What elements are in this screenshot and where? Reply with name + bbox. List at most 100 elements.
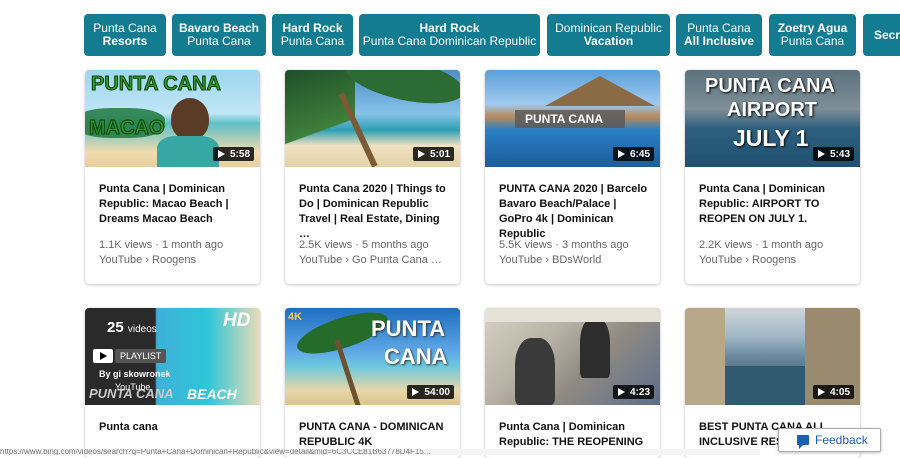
duration-badge: 54:00 <box>407 385 454 399</box>
pill-zoetry-agua[interactable]: Zoetry Agua Punta Cana <box>769 14 856 56</box>
feedback-icon <box>797 435 809 449</box>
play-icon <box>217 150 225 158</box>
presenter-head <box>171 98 209 140</box>
shopper-figure <box>580 318 610 378</box>
video-card[interactable]: 4K PUNTA CANA 54:00 PUNTA CANA - DOMINIC… <box>285 308 460 458</box>
pill-line2: Punta Cana <box>187 34 251 48</box>
video-views: 1.1K views · 1 month ago <box>99 239 224 251</box>
video-thumbnail: PUNTA CANA 6:45 <box>485 70 660 167</box>
playlist-card[interactable]: HD PUNTA CANA BEACH 25 videos PLAYLIST B… <box>85 308 260 458</box>
feedback-label: Feedback <box>815 433 868 447</box>
play-icon <box>617 388 625 396</box>
duration-badge: 5:58 <box>212 147 254 161</box>
palm-leaves <box>342 70 460 113</box>
video-card[interactable]: PUNTA CANA MACAO 5:58 Punta Cana | Domin… <box>85 70 260 284</box>
video-title: Punta Cana | Dominican Republic: AIRPORT… <box>699 183 825 225</box>
duration-badge: 6:45 <box>612 147 654 161</box>
palapa-roof <box>545 76 655 106</box>
thumbnail-caption: PUNTA CANA <box>91 73 222 96</box>
duration-badge: 5:01 <box>412 147 454 161</box>
thumbnail-caption: HD <box>223 310 251 331</box>
store-ceiling <box>485 308 660 322</box>
video-source: YouTube › Go Punta Cana Re… <box>299 254 449 266</box>
video-source: YouTube › Roogens <box>699 254 797 266</box>
playlist-count: 25 videos <box>107 319 157 336</box>
pill-line2: Punta Cana <box>280 34 345 48</box>
pill-line2: Resorts <box>102 34 148 48</box>
playlist-count-number: 25 <box>107 319 124 336</box>
playlist-source: YouTube <box>115 382 151 392</box>
play-icon <box>817 388 825 396</box>
thumbnail-caption: BEACH <box>187 386 237 402</box>
playlist-badge: PLAYLIST <box>115 349 167 363</box>
video-views: 2.2K views · 1 month ago <box>699 239 824 251</box>
feedback-button[interactable]: Feedback <box>778 428 881 452</box>
playlist-count-label: videos <box>127 324 157 335</box>
video-thumbnail: PUNTA CANA AIRPORT JULY 1 5:43 <box>685 70 860 167</box>
playlist-info: 25 videos PLAYLIST By gi skowronek YouTu… <box>85 308 178 392</box>
video-card[interactable]: PUNTA CANA AIRPORT JULY 1 5:43 Punta Can… <box>685 70 860 284</box>
video-source: YouTube › Roogens <box>99 254 197 266</box>
video-title: PUNTA CANA - DOMINICAN REPUBLIC 4K <box>299 421 444 448</box>
video-views: 2.5K views · 5 months ago <box>299 239 429 251</box>
palm-trunk <box>334 338 361 405</box>
palm-foliage <box>285 70 355 167</box>
video-meta: 2.5K views · 5 months ago YouTube › Go P… <box>299 238 449 268</box>
play-icon <box>817 150 825 158</box>
building-wall <box>685 308 725 405</box>
thumbnail-caption: CANA <box>384 344 448 369</box>
thumbnail-caption: AIRPORT <box>727 99 817 121</box>
play-triangle <box>100 352 107 360</box>
duration-text: 5:58 <box>229 148 250 160</box>
pill-hard-rock[interactable]: Hard Rock Punta Cana <box>272 14 353 56</box>
video-title: Punta Cana 2020 | Things to Do | Dominic… <box>299 183 446 240</box>
thumbnail-caption: 4K <box>288 311 303 323</box>
presenter-shirt <box>157 136 219 167</box>
video-views: 5.5K views · 3 months ago <box>499 239 629 251</box>
duration-text: 4:23 <box>629 386 650 398</box>
pill-line2: All Inclusive <box>683 34 755 48</box>
thumbnail-caption: JULY 1 <box>733 125 809 151</box>
pill-bavaro-beach[interactable]: Bavaro Beach Punta Cana <box>172 14 266 56</box>
duration-badge: 4:23 <box>612 385 654 399</box>
pill-all-inclusive[interactable]: Punta Cana All Inclusive <box>676 14 762 56</box>
play-icon <box>617 150 625 158</box>
pill-hard-rock-dr[interactable]: Hard Rock Punta Cana Dominican Republic <box>359 14 540 56</box>
playlist-thumbnail: HD PUNTA CANA BEACH 25 videos PLAYLIST B… <box>85 308 260 405</box>
pill-dr-vacation[interactable]: Dominican Republic Vacation <box>547 14 670 56</box>
thumbnail-caption: PUNTA CANA <box>705 75 835 97</box>
video-meta: 2.2K views · 1 month ago YouTube › Rooge… <box>699 238 849 268</box>
play-icon <box>417 150 425 158</box>
pool-water <box>725 366 805 405</box>
video-title: PUNTA CANA 2020 | Barcelo Bavaro Beach/P… <box>499 183 648 240</box>
pill-secrets[interactable]: Secre <box>863 14 900 56</box>
video-source: YouTube › BDsWorld <box>499 254 602 266</box>
video-title: Punta Cana | Dominican Republic: THE REO… <box>499 421 644 448</box>
video-thumbnail: 4:23 <box>485 308 660 405</box>
play-icon <box>412 388 420 396</box>
thumbnail-caption: MACAO <box>89 117 166 140</box>
duration-text: 5:01 <box>429 148 450 160</box>
video-meta: 5.5K views · 3 months ago YouTube › BDsW… <box>499 238 649 268</box>
video-thumbnail: 4:05 <box>685 308 860 405</box>
duration-badge: 5:43 <box>812 147 854 161</box>
duration-text: 5:43 <box>829 148 850 160</box>
video-card[interactable]: PUNTA CANA 6:45 PUNTA CANA 2020 | Barcel… <box>485 70 660 284</box>
playlist-play-icon <box>93 349 113 363</box>
duration-text: 6:45 <box>629 148 650 160</box>
thumbnail-caption: PUNTA <box>371 316 446 341</box>
status-bar-url: https://www.bing.com/videos/search?q=Pun… <box>0 449 760 455</box>
pill-line1: Secre <box>874 27 900 42</box>
video-card[interactable]: 5:01 Punta Cana 2020 | Things to Do | Do… <box>285 70 460 284</box>
pill-line2: Vacation <box>583 34 634 48</box>
pill-line2: Punta Cana Dominican Republic <box>362 34 537 48</box>
video-thumbnail: 4K PUNTA CANA 54:00 <box>285 308 460 405</box>
pill-line2: Punta Cana <box>780 34 845 48</box>
video-thumbnail: 5:01 <box>285 70 460 167</box>
pill-punta-cana-resorts[interactable]: Punta Cana Resorts <box>84 14 166 56</box>
duration-text: 54:00 <box>424 386 450 398</box>
duration-badge: 4:05 <box>812 385 854 399</box>
thumbnail-caption: PUNTA CANA <box>525 112 603 126</box>
duration-text: 4:05 <box>829 386 850 398</box>
video-card[interactable]: 4:23 Punta Cana | Dominican Republic: TH… <box>485 308 660 458</box>
